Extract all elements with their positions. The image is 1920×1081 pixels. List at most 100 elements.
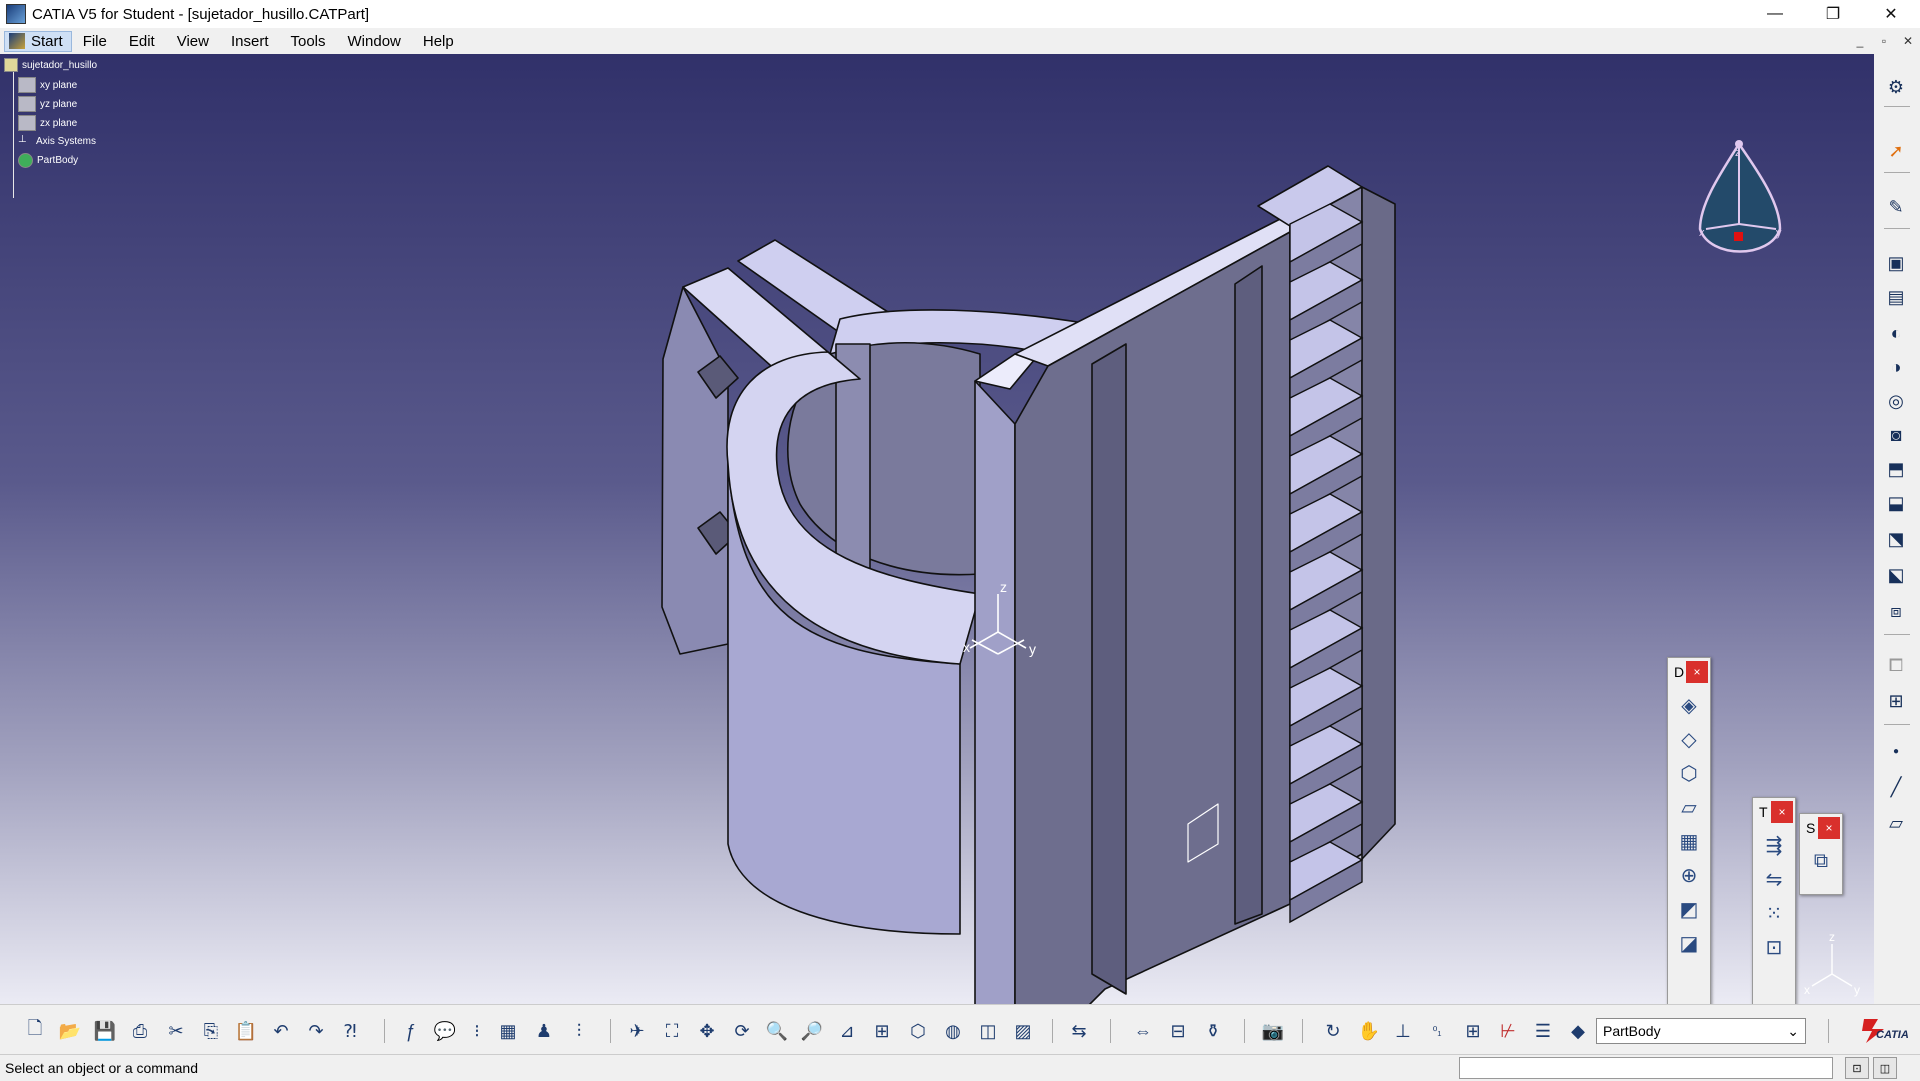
menu-window[interactable]: Window [337, 33, 412, 50]
thread-icon[interactable]: ⊕ [1674, 860, 1704, 890]
groove-icon[interactable]: ◑ [1883, 354, 1909, 380]
capture-icon[interactable]: 📷 [1260, 1018, 1286, 1044]
rib-icon[interactable]: ◙ [1883, 422, 1909, 448]
equation-icon[interactable]: ⫶ [566, 1018, 592, 1044]
3d-viewport[interactable]: sujetador_husillo xy plane yz plane zx p… [0, 54, 1874, 1004]
constraint-icon[interactable]: ⧠ [1883, 652, 1909, 678]
snap-icon[interactable]: ↻ [1320, 1018, 1346, 1044]
command-input[interactable] [1459, 1057, 1833, 1079]
plane-icon[interactable]: ▱ [1883, 810, 1909, 836]
catia-logo-text: CATIA [1876, 1029, 1909, 1041]
part-model[interactable]: z x y z x y z x y [0, 54, 1874, 1004]
doc-restore-button[interactable]: ▫ [1872, 28, 1896, 54]
menu-insert[interactable]: Insert [220, 33, 280, 50]
axis-system-icon[interactable]: ⊥ [1390, 1018, 1416, 1044]
cut-icon[interactable]: ✂ [163, 1018, 189, 1044]
chamfer-icon[interactable]: ◇ [1674, 724, 1704, 754]
menu-view[interactable]: View [166, 33, 220, 50]
shading-icon[interactable]: ◍ [940, 1018, 966, 1044]
stiffener-icon[interactable]: ⬓ [1883, 490, 1909, 516]
pocket-icon[interactable]: ▤ [1883, 284, 1909, 310]
close-toolbar-button[interactable]: × [1686, 661, 1708, 683]
draft-icon[interactable]: ⬡ [1674, 758, 1704, 788]
shell-icon[interactable]: ▱ [1674, 792, 1704, 822]
pattern-icon[interactable]: ⁙ [1759, 898, 1789, 928]
menu-file[interactable]: File [72, 33, 118, 50]
power-input-toggle[interactable]: ⊡ [1845, 1057, 1869, 1079]
swap-space-icon[interactable]: ▨ [1010, 1018, 1036, 1044]
menu-tools[interactable]: Tools [279, 33, 336, 50]
update-icon[interactable]: ⇆ [1066, 1018, 1092, 1044]
fly-mode-icon[interactable]: ✈ [624, 1018, 650, 1044]
mirror-icon[interactable]: ⇋ [1759, 864, 1789, 894]
menu-edit[interactable]: Edit [118, 33, 166, 50]
compass-x-label: x [1699, 227, 1705, 239]
law-icon[interactable]: ♟ [531, 1018, 557, 1044]
body-selector[interactable]: PartBody ⌄ [1596, 1018, 1806, 1044]
removed-multi-section-icon[interactable]: ⬕ [1883, 562, 1909, 588]
scaling-icon[interactable]: ⊡ [1759, 932, 1789, 962]
close-toolbar-button[interactable]: × [1771, 801, 1793, 823]
table-icon[interactable]: ▦ [495, 1018, 521, 1044]
list-icon[interactable]: ☰ [1530, 1018, 1556, 1044]
knowledge-icon[interactable]: 💬 [432, 1018, 458, 1044]
maximize-button[interactable]: ❐ [1804, 0, 1862, 28]
rotate-icon[interactable]: ⟳ [729, 1018, 755, 1044]
pan-icon[interactable]: ✥ [694, 1018, 720, 1044]
doc-minimize-button[interactable]: _ [1848, 28, 1872, 54]
slot-icon[interactable]: ⬒ [1883, 456, 1909, 482]
start-menu[interactable]: Start [4, 30, 72, 52]
close-window-button[interactable]: ✕ [1862, 0, 1920, 28]
menu-help[interactable]: Help [412, 33, 465, 50]
shaft-icon[interactable]: ◐ [1883, 320, 1909, 346]
translation-icon[interactable]: ⇶ [1759, 830, 1789, 860]
solid-combine-icon[interactable]: ⧈ [1883, 598, 1909, 624]
zoom-out-icon[interactable]: 🔎 [799, 1018, 825, 1044]
line-icon[interactable]: ╱ [1883, 774, 1909, 800]
iso-view-icon[interactable]: ⬡ [905, 1018, 931, 1044]
history-button[interactable]: ◫ [1873, 1057, 1897, 1079]
analysis-icon[interactable]: ⊬ [1495, 1018, 1521, 1044]
split-icon[interactable]: ⧉ [1806, 846, 1836, 876]
formula-icon[interactable]: ƒ [397, 1018, 423, 1044]
measure-between-icon[interactable]: ⇔ [1130, 1018, 1156, 1044]
replace-face-icon[interactable]: ◪ [1674, 928, 1704, 958]
select-arrow-icon[interactable]: ➚ [1883, 138, 1909, 164]
pad-icon[interactable]: ▣ [1883, 250, 1909, 276]
grid-icon[interactable]: ⊞ [1460, 1018, 1486, 1044]
open-folder-icon[interactable]: 📂 [57, 1018, 83, 1044]
copy-icon[interactable]: ⎘ [198, 1018, 224, 1044]
zoom-in-icon[interactable]: 🔍 [764, 1018, 790, 1044]
body-icon[interactable]: ◆ [1565, 1018, 1591, 1044]
redo-icon[interactable]: ↷ [303, 1018, 329, 1044]
minimize-button[interactable]: — [1746, 0, 1804, 28]
whats-this-icon[interactable]: ⁈ [337, 1018, 363, 1044]
parameter-icon[interactable]: ⁝ [464, 1018, 490, 1044]
sketch-icon[interactable]: ✎ [1883, 194, 1909, 220]
normal-view-icon[interactable]: ⊿ [834, 1018, 860, 1044]
thickness-icon[interactable]: ▦ [1674, 826, 1704, 856]
new-file-icon[interactable]: 🗋 [22, 1018, 48, 1044]
hole-icon[interactable]: ◎ [1883, 388, 1909, 414]
paste-icon[interactable]: 📋 [233, 1018, 259, 1044]
gear-icon[interactable]: ⚙ [1883, 74, 1909, 100]
remove-face-icon[interactable]: ◩ [1674, 894, 1704, 924]
undo-icon[interactable]: ↶ [268, 1018, 294, 1044]
fillet-icon[interactable]: ◈ [1674, 690, 1704, 720]
apply-material-icon[interactable]: ✋ [1356, 1018, 1382, 1044]
save-icon[interactable]: 💾 [92, 1018, 118, 1044]
mass-properties-icon[interactable]: ⚱ [1200, 1018, 1226, 1044]
multi-section-solid-icon[interactable]: ⬔ [1883, 526, 1909, 552]
doc-close-button[interactable]: ✕ [1896, 28, 1920, 54]
separator [1052, 1019, 1053, 1043]
multi-view-icon[interactable]: ⊞ [869, 1018, 895, 1044]
separator [1884, 634, 1910, 635]
hide-show-icon[interactable]: ◫ [975, 1018, 1001, 1044]
measure-item-icon[interactable]: ⊟ [1165, 1018, 1191, 1044]
fit-all-icon[interactable]: ⛶ [659, 1018, 685, 1044]
print-icon[interactable]: ⎙ [127, 1018, 153, 1044]
point-icon[interactable]: ● [1883, 738, 1909, 764]
units-icon[interactable]: ⁰₁ [1424, 1018, 1450, 1044]
measure-icon[interactable]: ⊞ [1883, 688, 1909, 714]
close-toolbar-button[interactable]: × [1818, 817, 1840, 839]
